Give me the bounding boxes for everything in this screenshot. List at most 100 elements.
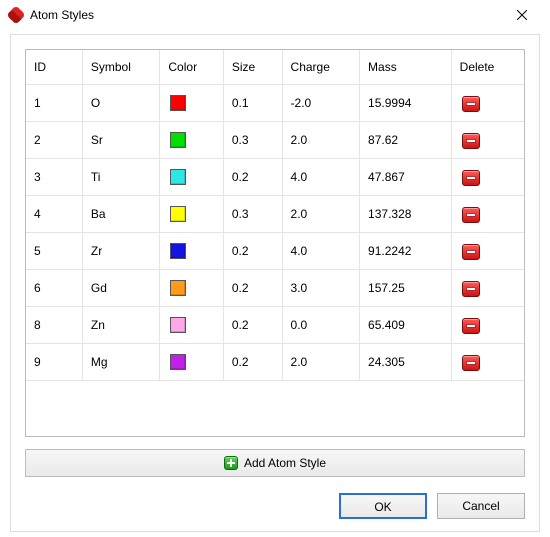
cell-charge[interactable]: 3.0 bbox=[282, 269, 360, 306]
cell-id[interactable]: 5 bbox=[26, 232, 82, 269]
header-size[interactable]: Size bbox=[223, 50, 282, 84]
header-mass[interactable]: Mass bbox=[360, 50, 452, 84]
minus-icon bbox=[467, 362, 475, 364]
cell-mass[interactable]: 157.25 bbox=[360, 269, 452, 306]
cell-mass[interactable]: 24.305 bbox=[360, 343, 452, 380]
color-swatch[interactable] bbox=[170, 317, 186, 333]
table-row[interactable]: 2Sr 0.32.087.62 bbox=[26, 121, 524, 158]
cell-id[interactable]: 8 bbox=[26, 306, 82, 343]
table-row[interactable]: 8Zn 0.20.065.409 bbox=[26, 306, 524, 343]
table-row[interactable]: 6Gd 0.23.0157.25 bbox=[26, 269, 524, 306]
delete-row-button[interactable] bbox=[462, 170, 480, 186]
cell-mass[interactable]: 137.328 bbox=[360, 195, 452, 232]
app-icon bbox=[8, 7, 24, 23]
header-charge[interactable]: Charge bbox=[282, 50, 360, 84]
cell-symbol[interactable]: Ba bbox=[82, 195, 160, 232]
cell-color[interactable] bbox=[160, 121, 223, 158]
cell-charge[interactable]: 4.0 bbox=[282, 158, 360, 195]
minus-icon bbox=[467, 177, 475, 179]
cell-delete[interactable] bbox=[451, 195, 524, 232]
delete-row-button[interactable] bbox=[462, 355, 480, 371]
cell-charge[interactable]: 2.0 bbox=[282, 121, 360, 158]
cell-color[interactable] bbox=[160, 269, 223, 306]
delete-row-button[interactable] bbox=[462, 207, 480, 223]
table-row[interactable]: 4Ba 0.32.0137.328 bbox=[26, 195, 524, 232]
cell-size[interactable]: 0.1 bbox=[223, 84, 282, 121]
cell-id[interactable]: 2 bbox=[26, 121, 82, 158]
table-row[interactable]: 5Zr 0.24.091.2242 bbox=[26, 232, 524, 269]
color-swatch[interactable] bbox=[170, 132, 186, 148]
cell-color[interactable] bbox=[160, 232, 223, 269]
color-swatch[interactable] bbox=[170, 354, 186, 370]
cell-delete[interactable] bbox=[451, 343, 524, 380]
color-swatch[interactable] bbox=[170, 280, 186, 296]
minus-icon bbox=[467, 251, 475, 253]
cell-id[interactable]: 3 bbox=[26, 158, 82, 195]
cell-symbol[interactable]: Zn bbox=[82, 306, 160, 343]
cell-delete[interactable] bbox=[451, 269, 524, 306]
cell-delete[interactable] bbox=[451, 232, 524, 269]
table-row[interactable]: 9Mg 0.22.024.305 bbox=[26, 343, 524, 380]
cell-mass[interactable]: 15.9994 bbox=[360, 84, 452, 121]
cell-color[interactable] bbox=[160, 84, 223, 121]
cell-charge[interactable]: 0.0 bbox=[282, 306, 360, 343]
plus-icon bbox=[224, 456, 238, 470]
cell-delete[interactable] bbox=[451, 158, 524, 195]
color-swatch[interactable] bbox=[170, 243, 186, 259]
cell-size[interactable]: 0.3 bbox=[223, 195, 282, 232]
cell-color[interactable] bbox=[160, 195, 223, 232]
add-atom-style-button[interactable]: Add Atom Style bbox=[25, 449, 525, 477]
cell-symbol[interactable]: O bbox=[82, 84, 160, 121]
cell-charge[interactable]: 4.0 bbox=[282, 232, 360, 269]
cell-symbol[interactable]: Zr bbox=[82, 232, 160, 269]
color-swatch[interactable] bbox=[170, 169, 186, 185]
cell-size[interactable]: 0.2 bbox=[223, 158, 282, 195]
cell-charge[interactable]: -2.0 bbox=[282, 84, 360, 121]
cell-symbol[interactable]: Gd bbox=[82, 269, 160, 306]
cell-symbol[interactable]: Mg bbox=[82, 343, 160, 380]
color-swatch[interactable] bbox=[170, 95, 186, 111]
cell-id[interactable]: 6 bbox=[26, 269, 82, 306]
atom-style-table: ID Symbol Color Size Charge Mass Delete … bbox=[26, 50, 524, 430]
delete-row-button[interactable] bbox=[462, 96, 480, 112]
cell-id[interactable]: 4 bbox=[26, 195, 82, 232]
delete-row-button[interactable] bbox=[462, 281, 480, 297]
cancel-button[interactable]: Cancel bbox=[437, 493, 525, 519]
close-button[interactable] bbox=[502, 1, 542, 29]
cell-delete[interactable] bbox=[451, 84, 524, 121]
ok-button[interactable]: OK bbox=[339, 493, 427, 519]
cell-color[interactable] bbox=[160, 306, 223, 343]
cell-mass[interactable]: 65.409 bbox=[360, 306, 452, 343]
header-symbol[interactable]: Symbol bbox=[82, 50, 160, 84]
cell-charge[interactable]: 2.0 bbox=[282, 343, 360, 380]
cell-size[interactable]: 0.2 bbox=[223, 232, 282, 269]
cell-color[interactable] bbox=[160, 158, 223, 195]
cell-delete[interactable] bbox=[451, 121, 524, 158]
cell-symbol[interactable]: Ti bbox=[82, 158, 160, 195]
cell-size[interactable]: 0.2 bbox=[223, 269, 282, 306]
cell-symbol[interactable]: Sr bbox=[82, 121, 160, 158]
cell-size[interactable]: 0.2 bbox=[223, 306, 282, 343]
table-row[interactable]: 3Ti 0.24.047.867 bbox=[26, 158, 524, 195]
header-id[interactable]: ID bbox=[26, 50, 82, 84]
cell-size[interactable]: 0.3 bbox=[223, 121, 282, 158]
header-delete[interactable]: Delete bbox=[451, 50, 524, 84]
cell-mass[interactable]: 47.867 bbox=[360, 158, 452, 195]
cell-charge[interactable]: 2.0 bbox=[282, 195, 360, 232]
delete-row-button[interactable] bbox=[462, 244, 480, 260]
cell-mass[interactable]: 87.62 bbox=[360, 121, 452, 158]
cell-color[interactable] bbox=[160, 343, 223, 380]
cell-id[interactable]: 9 bbox=[26, 343, 82, 380]
title-bar: Atom Styles bbox=[0, 0, 550, 30]
minus-icon bbox=[467, 140, 475, 142]
cell-mass[interactable]: 91.2242 bbox=[360, 232, 452, 269]
minus-icon bbox=[467, 103, 475, 105]
cell-size[interactable]: 0.2 bbox=[223, 343, 282, 380]
delete-row-button[interactable] bbox=[462, 318, 480, 334]
cell-id[interactable]: 1 bbox=[26, 84, 82, 121]
header-color[interactable]: Color bbox=[160, 50, 223, 84]
delete-row-button[interactable] bbox=[462, 133, 480, 149]
color-swatch[interactable] bbox=[170, 206, 186, 222]
table-row[interactable]: 1O 0.1-2.015.9994 bbox=[26, 84, 524, 121]
cell-delete[interactable] bbox=[451, 306, 524, 343]
